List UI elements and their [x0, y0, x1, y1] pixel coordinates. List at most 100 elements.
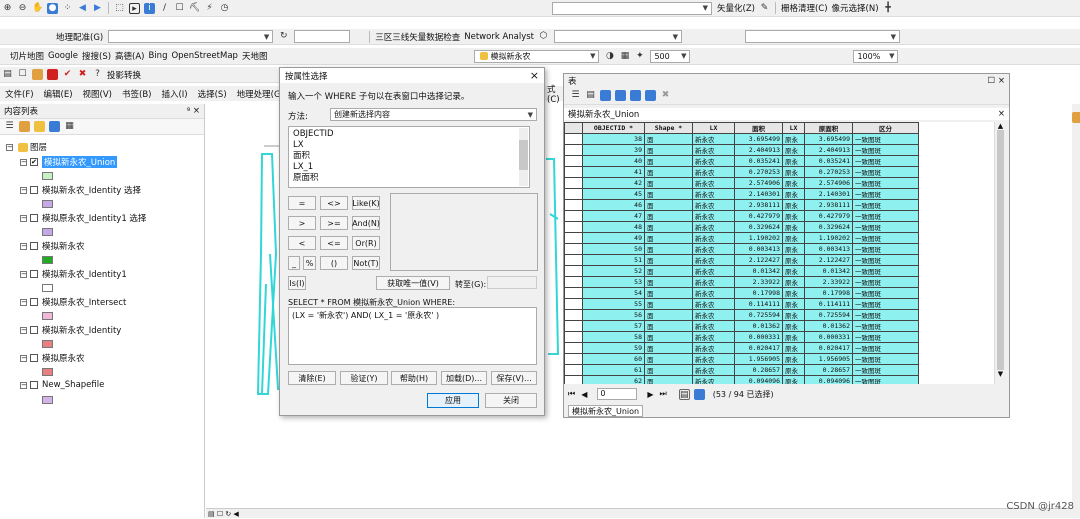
- toc-layer[interactable]: − 模拟新永农_Identity1: [20, 268, 127, 280]
- table-row[interactable]: 45 面新永农 2.140301 原永 2.140301 一致图斑: [564, 188, 919, 200]
- expand-icon[interactable]: −: [20, 186, 27, 194]
- expand-icon[interactable]: −: [20, 214, 27, 222]
- page-icon[interactable]: ☐: [17, 69, 28, 80]
- scale-combo[interactable]: 500 ▼: [650, 49, 691, 63]
- select-by-attributes-icon[interactable]: [600, 90, 611, 101]
- get-unique-values-button[interactable]: 获取唯一值(V): [376, 276, 450, 290]
- table-vertical-scrollbar[interactable]: ▲ ▼: [994, 122, 1006, 384]
- layer-name[interactable]: 模拟原永农: [42, 352, 85, 364]
- network-combo[interactable]: ▼: [554, 30, 683, 43]
- grid-icon[interactable]: ╋: [883, 3, 894, 14]
- network-icon[interactable]: ⬡: [538, 31, 549, 42]
- row-selector[interactable]: [564, 199, 583, 211]
- hyperlink-icon[interactable]: ⚡: [204, 3, 215, 14]
- table-row[interactable]: 62 面新永农 0.094096 原永 0.094096 一致图斑: [564, 375, 919, 384]
- row-selector[interactable]: [564, 232, 583, 244]
- table-row[interactable]: 38 面新永农 3.695499 原永 3.695499 一致图斑: [564, 133, 919, 145]
- menu-insert[interactable]: 插入(I): [161, 88, 187, 100]
- check-icon[interactable]: ✔: [62, 69, 73, 80]
- clear-button[interactable]: 清除(E): [288, 371, 336, 385]
- row-selector[interactable]: [564, 188, 583, 200]
- row-selector[interactable]: [564, 298, 583, 310]
- row-selector[interactable]: [564, 221, 583, 233]
- menu-selection[interactable]: 选择(S): [198, 88, 227, 100]
- table-row[interactable]: 47 面新永农 0.427979 原永 0.427979 一致图斑: [564, 210, 919, 222]
- help-icon[interactable]: ?: [92, 69, 103, 80]
- layout-icon[interactable]: ▤: [2, 69, 13, 80]
- expand-icon[interactable]: −: [20, 298, 27, 306]
- menu-file[interactable]: 文件(F): [5, 88, 34, 100]
- network-analyst-menu[interactable]: Network Analyst: [464, 32, 534, 42]
- column-header[interactable]: 面积: [734, 122, 783, 134]
- layer-name[interactable]: 模拟新永农_Identity 选择: [42, 184, 141, 196]
- table-row[interactable]: 56 面新永农 0.725594 原永 0.725594 一致图斑: [564, 309, 919, 321]
- row-selector[interactable]: [564, 375, 583, 384]
- sanqu-check-menu[interactable]: 三区三线矢量数据检查: [375, 31, 460, 43]
- toolbox-icon[interactable]: [47, 69, 58, 80]
- table-row[interactable]: 61 面新永农 0.28657 原永 0.28657 一致图斑: [564, 364, 919, 376]
- delete-selected-icon[interactable]: ✖: [660, 90, 671, 101]
- dialog-close-button[interactable]: ×: [530, 69, 539, 82]
- layer-name[interactable]: 模拟新永农: [42, 240, 85, 252]
- save-button[interactable]: 保存(V)...: [491, 371, 537, 385]
- row-selector[interactable]: [564, 166, 583, 178]
- list-by-visibility-icon[interactable]: [34, 121, 45, 132]
- zoom-in-icon[interactable]: ⊕: [2, 3, 13, 14]
- slice-map-menu[interactable]: 切片地图: [10, 50, 44, 62]
- field-item[interactable]: LX: [293, 140, 525, 151]
- layer-visibility-checkbox[interactable]: [30, 381, 38, 389]
- last-record-button[interactable]: ⏭: [660, 389, 667, 399]
- menu-customize[interactable]: 式(C): [547, 83, 561, 105]
- row-selector[interactable]: [564, 364, 583, 376]
- load-button[interactable]: 加载(D)...: [441, 371, 487, 385]
- column-header[interactable]: LX: [782, 122, 805, 134]
- table-row[interactable]: 40 面新永农 0.035241 原永 0.035241 一致图斑: [564, 155, 919, 167]
- expand-icon[interactable]: −: [20, 326, 27, 334]
- prev-record-button[interactable]: ◀: [581, 390, 587, 399]
- table-row[interactable]: 48 面新永农 0.329624 原永 0.329624 一致图斑: [564, 221, 919, 233]
- measure-icon[interactable]: /: [159, 3, 170, 14]
- expand-icon[interactable]: −: [20, 381, 27, 389]
- row-selector[interactable]: [564, 210, 583, 222]
- row-selector[interactable]: [564, 133, 583, 145]
- op-equals-button[interactable]: =: [288, 196, 316, 210]
- vectorize-menu[interactable]: 矢量化(Z): [717, 2, 755, 14]
- op-or-button[interactable]: Or(R): [352, 236, 380, 250]
- layer-name[interactable]: 模拟新永农_Identity1: [42, 268, 127, 280]
- show-all-records-icon[interactable]: ▤: [678, 388, 690, 400]
- op-greater-button[interactable]: >: [288, 216, 316, 230]
- select-features-icon[interactable]: ⬚: [114, 3, 125, 14]
- toc-layer[interactable]: − 模拟原永农: [20, 352, 85, 364]
- collapse-icon[interactable]: −: [20, 158, 27, 166]
- table-row[interactable]: 53 面新永农 2.33922 原永 2.33922 一致图斑: [564, 276, 919, 288]
- font-combo[interactable]: ▼: [552, 1, 712, 15]
- table-row[interactable]: 39 面新永农 2.404913 原永 2.404913 一致图斑: [564, 144, 919, 156]
- switch-selection-icon[interactable]: [615, 90, 626, 101]
- column-header[interactable]: 区分: [852, 122, 919, 134]
- row-selector[interactable]: [564, 243, 583, 255]
- soso-menu[interactable]: 搜搜(S): [82, 50, 111, 62]
- method-select[interactable]: 创建新选择内容 ▼: [330, 108, 537, 121]
- field-item[interactable]: OBJECTID: [293, 129, 525, 140]
- table-row[interactable]: 51 面新永农 2.122427 原永 2.122427 一致图斑: [564, 254, 919, 266]
- pan-icon[interactable]: ✋: [32, 3, 43, 14]
- layer-visibility-checkbox[interactable]: [30, 242, 38, 250]
- menu-geoprocessing[interactable]: 地理处理(G): [237, 88, 284, 100]
- toc-layer[interactable]: − 模拟原永农_Intersect: [20, 296, 126, 308]
- next-record-button[interactable]: ▶: [647, 390, 653, 399]
- html-popup-icon[interactable]: ☐: [174, 3, 185, 14]
- full-extent-icon[interactable]: ●: [47, 2, 58, 14]
- first-record-button[interactable]: ⏮: [568, 389, 575, 399]
- list-by-drawing-order-icon[interactable]: ☰: [4, 121, 15, 132]
- op-and-button[interactable]: And(N): [352, 216, 380, 230]
- op-is-button[interactable]: Is(I): [288, 276, 306, 290]
- row-selector[interactable]: [564, 287, 583, 299]
- field-item[interactable]: 面积: [293, 151, 525, 162]
- analysis-combo[interactable]: ▼: [745, 30, 901, 43]
- table-row[interactable]: 59 面新永农 0.020417 原永 0.020417 一致图斑: [564, 342, 919, 354]
- find-icon[interactable]: ⛏: [189, 3, 200, 14]
- options-icon[interactable]: ▦: [64, 121, 75, 132]
- table-row[interactable]: 42 面新永农 2.574906 原永 2.574906 一致图斑: [564, 177, 919, 189]
- expand-icon[interactable]: −: [20, 242, 27, 250]
- help-button[interactable]: 帮助(H): [391, 371, 437, 385]
